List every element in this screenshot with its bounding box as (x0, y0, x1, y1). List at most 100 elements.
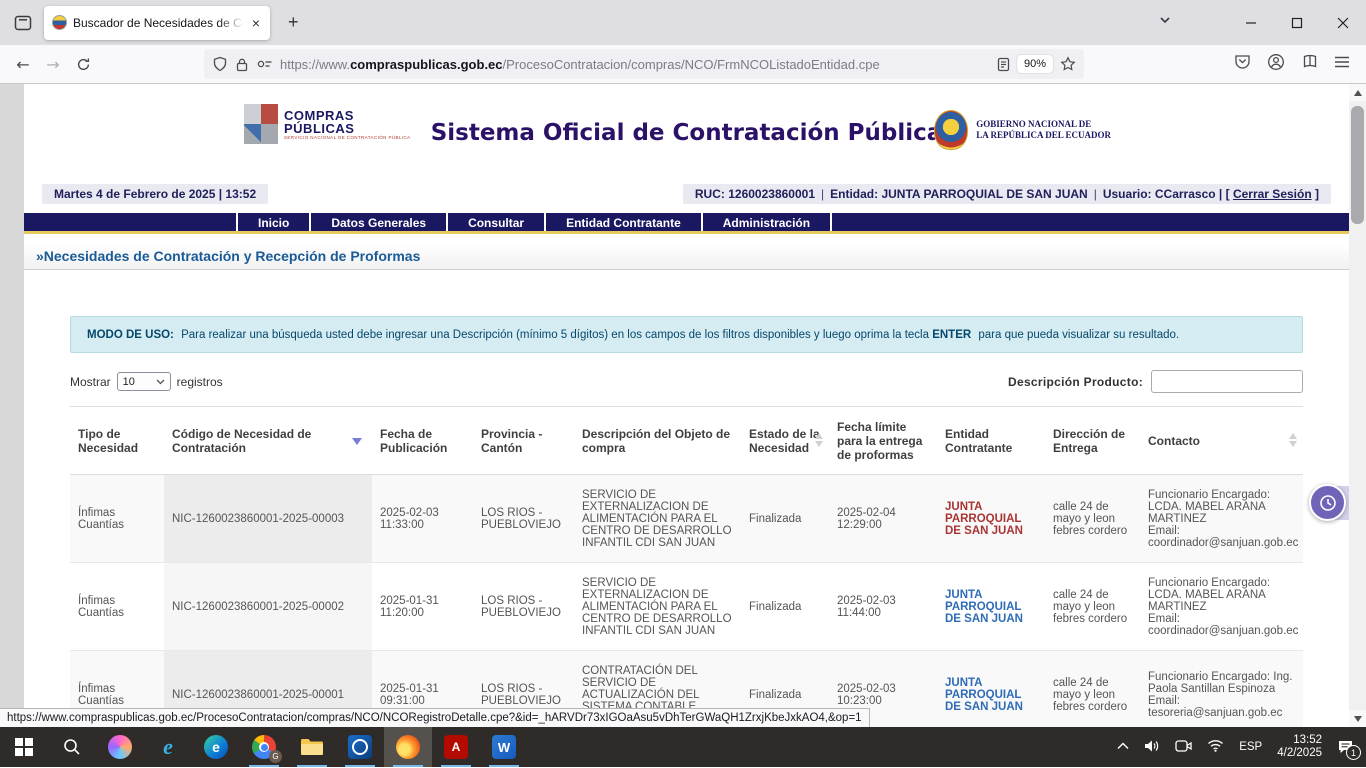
cell-estado: Finalizada (741, 475, 829, 563)
tray-speaker-icon[interactable] (1144, 739, 1160, 756)
account-icon[interactable] (1267, 53, 1285, 76)
col-descripcion[interactable]: Descripción del Objeto de compra (574, 407, 741, 475)
gobierno-ecuador-logo: GOBIERNO NACIONAL DELA REPÚBLICA DEL ECU… (934, 110, 1111, 150)
scrollbar-thumb[interactable] (1351, 106, 1364, 224)
tray-clock[interactable]: 13:52 4/2/2025 (1277, 734, 1322, 760)
col-fecha-limite[interactable]: Fecha límite para la entrega de proforma… (829, 407, 937, 475)
permissions-icon[interactable] (256, 57, 273, 71)
scroll-down-icon[interactable] (1349, 710, 1366, 727)
product-description-input[interactable] (1151, 370, 1303, 393)
url-domain: compraspublicas.gob.ec (350, 57, 502, 72)
pocket-icon[interactable] (1234, 53, 1251, 75)
list-all-tabs-icon[interactable] (1158, 13, 1172, 32)
col-provincia[interactable]: Provincia - Cantón (473, 407, 574, 475)
cell-descripcion-objeto: SERVICIO DE EXTERNALIZACION DE ALIMENTAC… (574, 475, 741, 563)
col-estado[interactable]: Estado de la Necesidad (741, 407, 829, 475)
cell-codigo: NIC-1260023860001-2025-00002 (164, 563, 372, 651)
ecuador-coat-of-arms-icon (934, 110, 968, 150)
tray-time: 13:52 (1293, 734, 1322, 746)
reader-mode-icon[interactable] (997, 57, 1010, 72)
sidebar-icon[interactable] (1301, 53, 1318, 75)
col-direccion[interactable]: Dirección de Entrega (1045, 407, 1140, 475)
start-button[interactable] (0, 727, 48, 767)
taskbar-word-icon[interactable]: W (480, 727, 528, 767)
sort-desc-icon (352, 438, 362, 445)
browser-tabstrip: Buscador de Necesidades de Co × + (0, 0, 1366, 45)
bookmark-star-icon[interactable] (1060, 56, 1076, 72)
new-tab-button[interactable]: + (282, 12, 305, 33)
col-contacto[interactable]: Contacto (1140, 407, 1303, 475)
needs-table: Tipo de Necesidad Código de Necesidad de… (70, 406, 1303, 727)
table-header-row: Tipo de Necesidad Código de Necesidad de… (70, 407, 1303, 475)
cell-direccion-entrega: calle 24 de mayo y leon febres cordero (1045, 475, 1140, 563)
taskbar-file-explorer-icon[interactable] (288, 727, 336, 767)
entidad-contratante-link[interactable]: JUNTA PARROQUIAL DE SAN JUAN (945, 677, 1023, 713)
forward-button[interactable]: → (38, 49, 68, 79)
cell-entidad-contratante: JUNTA PARROQUIAL DE SAN JUAN (937, 563, 1045, 651)
tray-meet-now-icon[interactable] (1175, 739, 1192, 756)
session-details: RUC: 1260023860001|Entidad: JUNTA PARROQ… (683, 184, 1331, 204)
menu-hamburger-icon[interactable] (1334, 55, 1350, 74)
status-bar-link-preview: https://www.compraspublicas.gob.ec/Proce… (0, 708, 870, 727)
window-maximize-button[interactable] (1274, 0, 1320, 45)
taskbar-copilot-icon[interactable] (96, 727, 144, 767)
session-info-bar: Martes 4 de Febrero de 2025 | 13:52 RUC:… (42, 184, 1331, 204)
logout-link[interactable]: Cerrar Sesión (1233, 187, 1312, 201)
cell-tipo-necesidad: Ínfimas Cuantías (70, 475, 164, 563)
page-scrollbar[interactable] (1349, 84, 1366, 727)
scroll-up-icon[interactable] (1349, 84, 1366, 101)
tracking-shield-icon[interactable] (212, 56, 228, 72)
tray-language[interactable]: ESP (1239, 741, 1262, 753)
lock-icon[interactable] (235, 57, 249, 72)
col-codigo[interactable]: Código de Necesidad de Contratación (164, 407, 372, 475)
col-tipo[interactable]: Tipo de Necesidad (70, 407, 164, 475)
nav-item-datos-generales[interactable]: Datos Generales (309, 213, 446, 231)
window-close-button[interactable] (1320, 0, 1366, 45)
col-fecha-publicacion[interactable]: Fecha de Publicación (372, 407, 473, 475)
back-button[interactable]: ← (8, 49, 38, 79)
tab-close-icon[interactable]: × (250, 14, 262, 32)
taskbar-search-icon[interactable] (48, 727, 96, 767)
taskbar-internet-explorer-icon[interactable]: e (144, 727, 192, 767)
nav-item-administracion[interactable]: Administración (701, 213, 832, 231)
taskbar-chrome-icon[interactable]: G (240, 727, 288, 767)
tray-wifi-icon[interactable] (1207, 739, 1224, 755)
taskbar-outlook-icon[interactable] (336, 727, 384, 767)
entidad-contratante-link[interactable]: JUNTA PARROQUIAL DE SAN JUAN (945, 589, 1023, 625)
table-body: Ínfimas CuantíasNIC-1260023860001-2025-0… (70, 475, 1303, 728)
tray-chevron-up-icon[interactable] (1117, 741, 1129, 753)
main-nav-bar: Inicio Datos Generales Consultar Entidad… (24, 213, 1349, 234)
cell-contacto: Funcionario Encargado: Ing. Paola Santil… (1140, 651, 1303, 728)
url-text[interactable]: https://www.compraspublicas.gob.ec/Proce… (280, 57, 990, 72)
reload-button[interactable] (68, 49, 98, 79)
nav-item-consultar[interactable]: Consultar (446, 213, 544, 231)
col-entidad[interactable]: Entidad Contratante (937, 407, 1045, 475)
cell-provincia-canton: LOS RIOS - PUEBLOVIEJO (473, 563, 574, 651)
firefox-view-icon[interactable] (8, 8, 38, 38)
taskbar-edge-icon[interactable]: e (192, 727, 240, 767)
url-prefix: https://www. (280, 57, 350, 72)
nav-item-entidad-contratante[interactable]: Entidad Contratante (544, 213, 701, 231)
zoom-level-button[interactable]: 90% (1017, 55, 1053, 73)
sort-both-icon (815, 433, 823, 447)
window-minimize-button[interactable] (1228, 0, 1274, 45)
logo-tagline: SERVICIO NACIONAL DE CONTRATACIÓN PÚBLIC… (284, 135, 411, 140)
compras-publicas-logo: COMPRASPÚBLICAS SERVICIO NACIONAL DE CON… (244, 104, 411, 144)
taskbar-firefox-icon[interactable] (384, 727, 432, 767)
url-bar[interactable]: https://www.compraspublicas.gob.ec/Proce… (204, 49, 1084, 79)
usage-instructions-box: MODO DE USO: Para realizar una búsqueda … (70, 316, 1303, 353)
cell-contacto: Funcionario Encargado: LCDA. MABEL ARANA… (1140, 475, 1303, 563)
entidad-contratante-link[interactable]: JUNTA PARROQUIAL DE SAN JUAN (945, 501, 1023, 537)
current-datetime: Martes 4 de Febrero de 2025 | 13:52 (42, 184, 268, 204)
compras-publicas-logo-icon (244, 104, 278, 144)
cell-provincia-canton: LOS RIOS - PUEBLOVIEJO (473, 475, 574, 563)
clock-icon[interactable] (1309, 484, 1346, 521)
session-timer-widget[interactable] (1309, 484, 1353, 522)
records-per-page-select[interactable]: 10 (117, 372, 171, 391)
nav-item-inicio[interactable]: Inicio (236, 213, 309, 231)
browser-tab[interactable]: Buscador de Necesidades de Co × (44, 6, 270, 40)
cell-fecha-publicacion: 2025-02-03 11:33:00 (372, 475, 473, 563)
taskbar-acrobat-icon[interactable]: A (432, 727, 480, 767)
page-title: »Necesidades de Contratación y Recepción… (24, 244, 1349, 270)
notification-center-icon[interactable]: 1 (1337, 739, 1354, 755)
